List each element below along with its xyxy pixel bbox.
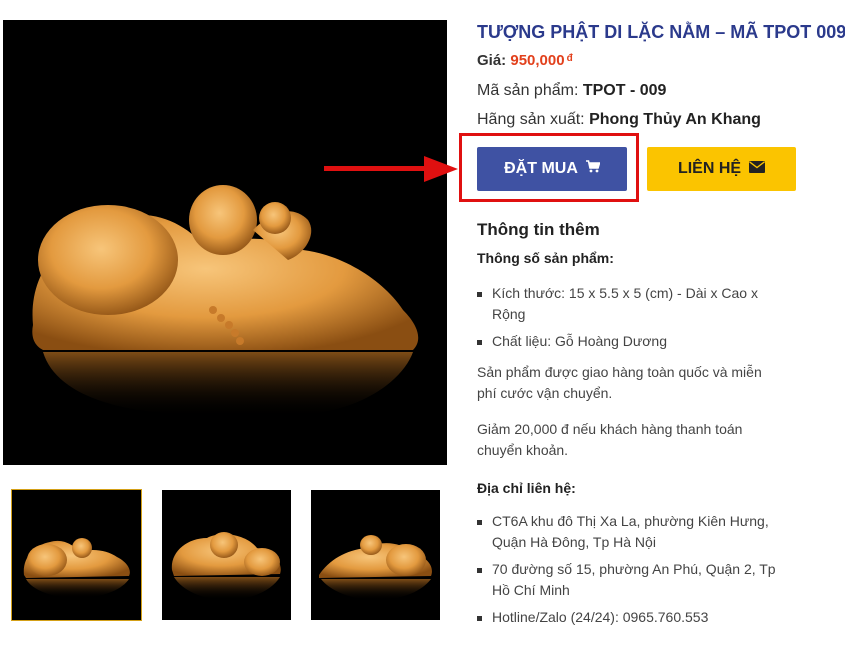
list-item: CT6A khu đô Thị Xa La, phường Kiên Hưng,… bbox=[477, 511, 777, 553]
contact-button[interactable]: LIÊN HỆ bbox=[647, 147, 796, 191]
annotation-highlight-box bbox=[459, 133, 639, 202]
list-item: Chất liệu: Gỗ Hoàng Dương bbox=[477, 331, 777, 352]
product-title: TƯỢNG PHẬT DI LẶC NẰM – MÃ TPOT 009 bbox=[477, 22, 845, 42]
sku-label: Mã sản phẩm: bbox=[477, 82, 579, 99]
contact-list: CT6A khu đô Thị Xa La, phường Kiên Hưng,… bbox=[477, 511, 845, 628]
shipping-note: Sản phẩm được giao hàng toàn quốc và miễ… bbox=[477, 364, 762, 401]
price-value: 950,000 bbox=[510, 52, 565, 69]
thumbnail-1[interactable] bbox=[11, 489, 142, 621]
envelope-icon bbox=[749, 160, 766, 178]
specs-title: Thông số sản phẩm: bbox=[477, 250, 614, 266]
annotation-arrow-icon bbox=[324, 156, 458, 182]
thumbnail-gallery bbox=[11, 489, 440, 621]
currency-symbol: đ bbox=[566, 53, 573, 64]
maker-value: Phong Thủy An Khang bbox=[589, 111, 761, 128]
list-item: 70 đường số 15, phường An Phú, Quận 2, T… bbox=[477, 559, 777, 601]
thumbnail-image bbox=[162, 490, 291, 620]
price-line: Giá: 950,000 đ bbox=[477, 51, 845, 71]
thumbnail-2[interactable] bbox=[162, 490, 291, 620]
discount-note: Giảm 20,000 đ nếu khách hàng thanh toán … bbox=[477, 421, 743, 458]
specs-list: Kích thước: 15 x 5.5 x 5 (cm) - Dài x Ca… bbox=[477, 283, 845, 352]
contact-button-label: LIÊN HỆ bbox=[677, 160, 742, 177]
thumbnail-3[interactable] bbox=[311, 490, 440, 620]
sku-line: Mã sản phẩm: TPOT - 009 bbox=[477, 81, 845, 101]
list-item: Kích thước: 15 x 5.5 x 5 (cm) - Dài x Ca… bbox=[477, 283, 777, 325]
main-product-image[interactable] bbox=[3, 20, 447, 465]
sku-value: TPOT - 009 bbox=[582, 82, 667, 99]
buddha-statue-image bbox=[3, 20, 447, 465]
price-label: Giá: bbox=[477, 52, 507, 69]
product-info: TƯỢNG PHẬT DI LẶC NẰM – MÃ TPOT 009 Giá:… bbox=[477, 20, 845, 634]
list-item: Hotline/Zalo (24/24): 0965.760.553 bbox=[477, 607, 777, 628]
maker-label: Hãng sản xuất: bbox=[477, 111, 585, 128]
contact-title: Địa chỉ liên hệ: bbox=[477, 480, 576, 496]
section-title-more-info: Thông tin thêm bbox=[477, 220, 600, 239]
thumbnail-image bbox=[311, 490, 440, 620]
maker-line: Hãng sản xuất: Phong Thủy An Khang bbox=[477, 110, 845, 130]
thumbnail-image bbox=[12, 490, 141, 620]
